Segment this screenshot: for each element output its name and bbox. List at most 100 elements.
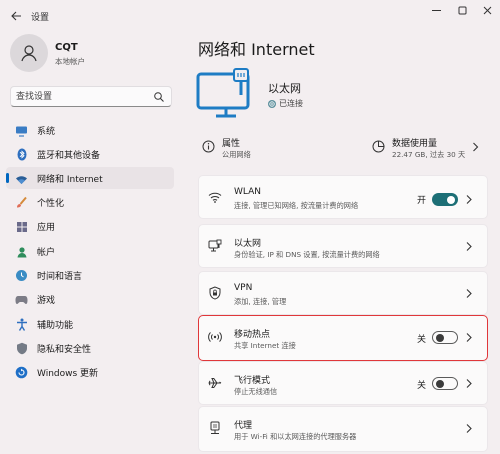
sidebar-item-label: 帐户 <box>37 248 56 258</box>
data-usage-title: 数据使用量 <box>392 139 438 149</box>
accessibility-icon <box>15 318 28 331</box>
connection-name: 以太网 <box>268 82 301 95</box>
close-icon <box>483 6 491 14</box>
page-title: 网络和 Internet <box>198 40 315 59</box>
properties-link[interactable]: 属性 公用网络 <box>198 134 358 162</box>
chevron-right-icon <box>466 195 472 204</box>
sidebar-item-label: 系统 <box>37 127 56 137</box>
sidebar-item-accounts[interactable]: 帐户 <box>6 240 174 262</box>
sidebar-item-windows-update[interactable]: Windows 更新 <box>6 361 174 383</box>
bluetooth-icon <box>15 148 28 161</box>
gamepad-icon <box>15 293 28 306</box>
vpn-title: VPN <box>234 283 253 293</box>
sidebar-item-label: 时间和语言 <box>37 272 83 282</box>
maximize-button[interactable] <box>451 4 473 16</box>
arrow-left-icon <box>10 11 21 21</box>
wlan-subtitle: 连接, 管理已知网络, 按流量计费的网络 <box>234 201 359 210</box>
wlan-toggle[interactable] <box>432 193 458 206</box>
properties-title: 属性 <box>222 139 241 149</box>
data-usage-subtitle: 22.47 GB, 过去 30 天 <box>392 150 466 159</box>
proxy-title: 代理 <box>234 421 253 431</box>
sidebar-item-accessibility[interactable]: 辅助功能 <box>6 313 174 335</box>
minimize-icon <box>431 9 441 11</box>
ethernet-title: 以太网 <box>234 239 262 249</box>
proxy-card[interactable]: 代理 用于 Wi-Fi 和以太网连接的代理服务器 <box>198 406 488 452</box>
minimize-button[interactable] <box>425 4 447 16</box>
chevron-right-icon <box>473 142 479 152</box>
airplane-mode-title: 飞行模式 <box>234 376 271 386</box>
sidebar-item-label: 网络和 Internet <box>37 175 103 185</box>
sidebar-item-label: 辅助功能 <box>37 321 74 331</box>
chevron-right-icon <box>466 379 472 388</box>
sidebar-item-label: 应用 <box>37 223 56 233</box>
chevron-right-icon <box>466 289 472 298</box>
proxy-icon <box>208 421 222 435</box>
sidebar-item-label: 游戏 <box>37 296 56 306</box>
connection-status: 已连接 <box>268 98 303 109</box>
sidebar-item-label: 蓝牙和其他设备 <box>37 151 101 161</box>
ethernet-subtitle: 身份验证, IP 和 DNS 设置, 按流量计费的网络 <box>234 250 380 259</box>
update-icon <box>15 366 28 379</box>
globe-clock-icon <box>15 269 28 282</box>
wlan-title: WLAN <box>234 187 262 197</box>
properties-subtitle: 公用网络 <box>222 150 251 159</box>
wlan-toggle-state: 开 <box>417 196 427 206</box>
sidebar-item-system[interactable]: 系统 <box>6 119 174 141</box>
ethernet-card[interactable]: 以太网 身份验证, IP 和 DNS 设置, 按流量计费的网络 <box>198 224 488 268</box>
shield-icon <box>15 342 28 355</box>
sidebar-item-bluetooth[interactable]: 蓝牙和其他设备 <box>6 143 174 165</box>
mobile-hotspot-subtitle: 共享 Internet 连接 <box>234 341 296 350</box>
wlan-card[interactable]: WLAN 连接, 管理已知网络, 按流量计费的网络 开 <box>198 175 488 219</box>
profile-account-type: 本地帐户 <box>55 57 85 66</box>
sidebar-item-label: 个性化 <box>37 199 65 209</box>
sidebar-item-personalization[interactable]: 个性化 <box>6 191 174 213</box>
mobile-hotspot-card[interactable]: 移动热点 共享 Internet 连接 关 <box>198 315 488 361</box>
chevron-right-icon <box>466 242 472 251</box>
vpn-shield-icon <box>208 286 222 300</box>
sidebar-item-time-language[interactable]: 时间和语言 <box>6 264 174 286</box>
search-box[interactable] <box>10 86 172 107</box>
ethernet-monitor-icon <box>196 68 250 118</box>
data-usage-link[interactable]: 数据使用量 22.47 GB, 过去 30 天 <box>370 134 490 162</box>
avatar[interactable] <box>10 34 48 72</box>
wifi-diamond-icon <box>15 172 28 185</box>
sidebar-item-label: Windows 更新 <box>37 369 99 379</box>
sidebar-item-network[interactable]: 网络和 Internet <box>6 167 174 189</box>
connection-status-text: 已连接 <box>279 99 303 108</box>
back-button[interactable] <box>8 8 24 24</box>
person-icon <box>21 45 37 62</box>
chevron-right-icon <box>466 424 472 433</box>
maximize-icon <box>458 6 466 14</box>
sidebar-item-label: 隐私和安全性 <box>37 345 92 355</box>
sidebar-item-apps[interactable]: 应用 <box>6 215 174 237</box>
app-title: 设置 <box>31 13 50 23</box>
pie-chart-icon <box>372 140 385 153</box>
person-icon <box>15 245 28 258</box>
globe-icon <box>268 99 276 108</box>
ethernet-icon <box>208 239 222 253</box>
search-input[interactable] <box>16 90 151 104</box>
sidebar-item-privacy[interactable]: 隐私和安全性 <box>6 337 174 359</box>
brush-icon <box>15 196 28 209</box>
monitor-icon <box>15 124 28 137</box>
airplane-mode-card[interactable]: 飞行模式 停止无线通信 关 <box>198 361 488 405</box>
profile-name: CQT <box>55 42 78 53</box>
search-icon[interactable] <box>153 91 165 103</box>
hotspot-icon <box>208 330 222 344</box>
airplane-mode-toggle[interactable] <box>432 377 458 390</box>
title-bar: 设置 <box>0 0 500 32</box>
airplane-icon <box>208 376 222 390</box>
vpn-card[interactable]: VPN 添加, 连接, 管理 <box>198 271 488 315</box>
proxy-subtitle: 用于 Wi-Fi 和以太网连接的代理服务器 <box>234 432 357 441</box>
chevron-right-icon <box>466 333 472 342</box>
airplane-mode-subtitle: 停止无线通信 <box>234 387 278 396</box>
apps-icon <box>15 220 28 233</box>
active-indicator <box>6 173 9 183</box>
mobile-hotspot-title: 移动热点 <box>234 330 271 340</box>
mobile-hotspot-toggle-state: 关 <box>417 335 427 345</box>
close-button[interactable] <box>476 4 498 16</box>
info-icon <box>202 140 215 153</box>
wifi-icon <box>208 190 222 204</box>
mobile-hotspot-toggle[interactable] <box>432 331 458 344</box>
sidebar-item-gaming[interactable]: 游戏 <box>6 288 174 310</box>
